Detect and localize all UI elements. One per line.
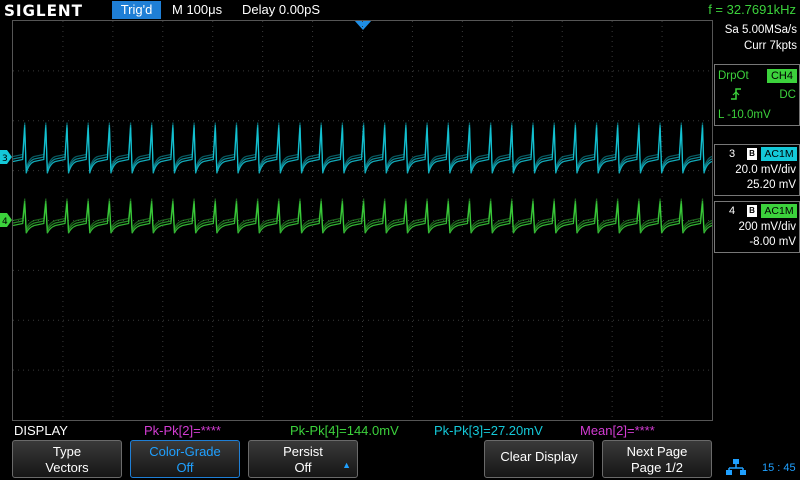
softkey-label: Clear Display <box>500 449 578 464</box>
arrow-up-icon: ▲ <box>342 460 351 470</box>
softkey-label: Color-Grade <box>149 444 221 459</box>
frequency-counter: f = 32.7691kHz <box>708 2 796 17</box>
channel-coupling-badge: AC1M <box>761 147 797 161</box>
network-icon <box>726 459 746 475</box>
waveform-display[interactable] <box>12 20 713 421</box>
svg-text:3: 3 <box>2 154 8 164</box>
trigger-status-badge[interactable]: Trig'd <box>112 1 161 19</box>
channel-number: 3 <box>729 148 736 160</box>
bandwidth-limit-icon: B <box>747 148 757 160</box>
softkey-label: Type <box>52 444 82 459</box>
color-grade-softkey[interactable]: Color-Grade Off <box>130 440 240 478</box>
acquisition-info: Sa 5.00MSa/s Curr 7kpts <box>714 22 800 58</box>
trigger-info-box[interactable]: DrpOt CH4 DC L -10.0mV <box>714 64 800 126</box>
channel-number: 4 <box>729 205 736 217</box>
brand-logo: SIGLENT <box>4 1 83 20</box>
menu-title: DISPLAY <box>14 423 68 438</box>
measurement-item: Pk-Pk[4]=144.0mV <box>290 423 399 438</box>
measurement-item: Pk-Pk[3]=27.20mV <box>434 423 543 438</box>
channel-4-info[interactable]: 4 B AC1M 200 mV/div -8.00 mV <box>714 201 800 253</box>
timebase-readout[interactable]: M 100μs <box>172 1 222 19</box>
softkey-value: Page 1/2 <box>630 460 684 475</box>
trigger-coupling: DC <box>779 89 796 101</box>
channel-offset: 25.20 mV <box>746 179 796 191</box>
rising-edge-icon <box>729 87 743 104</box>
softkey-value: Off <box>176 460 194 475</box>
system-clock: 15 : 45 <box>762 462 796 474</box>
next-page-softkey[interactable]: Next Page Page 1/2 <box>602 440 712 478</box>
trigger-mode: DrpOt <box>718 70 749 82</box>
measurement-item: Pk-Pk[2]=**** <box>144 423 221 438</box>
softkey-label: Next Page <box>626 444 688 459</box>
bandwidth-limit-icon: B <box>747 205 757 217</box>
memory-depth: Curr 7kpts <box>743 40 797 52</box>
channel-scale: 20.0 mV/div <box>735 164 796 176</box>
waveform-canvas <box>12 21 713 420</box>
type-softkey[interactable]: Type Vectors <box>12 440 122 478</box>
svg-text:4: 4 <box>2 217 8 227</box>
ch3-offset-marker[interactable]: 3 <box>0 150 12 164</box>
measurement-item: Mean[2]=**** <box>580 423 655 438</box>
channel-offset: -8.00 mV <box>749 236 796 248</box>
softkey-label: Persist <box>283 444 323 459</box>
measurement-bar: DISPLAY Pk-Pk[2]=**** Pk-Pk[4]=144.0mV P… <box>0 423 800 439</box>
persist-softkey[interactable]: Persist Off ▲ <box>248 440 358 478</box>
trigger-level: L -10.0mV <box>718 109 771 121</box>
top-status-bar: SIGLENT Trig'd M 100μs Delay 0.00pS f = … <box>0 0 800 20</box>
channel-scale: 200 mV/div <box>738 221 796 233</box>
trigger-source-badge: CH4 <box>767 69 797 83</box>
clear-display-softkey[interactable]: Clear Display <box>484 440 594 478</box>
channel-coupling-badge: AC1M <box>761 204 797 218</box>
softkey-value: Off <box>294 460 312 475</box>
delay-readout[interactable]: Delay 0.00pS <box>242 1 320 19</box>
sample-rate: Sa 5.00MSa/s <box>724 24 797 36</box>
ch4-offset-marker[interactable]: 4 <box>0 213 12 227</box>
channel-3-info[interactable]: 3 B AC1M 20.0 mV/div 25.20 mV <box>714 144 800 196</box>
softkey-value: Vectors <box>45 460 89 475</box>
